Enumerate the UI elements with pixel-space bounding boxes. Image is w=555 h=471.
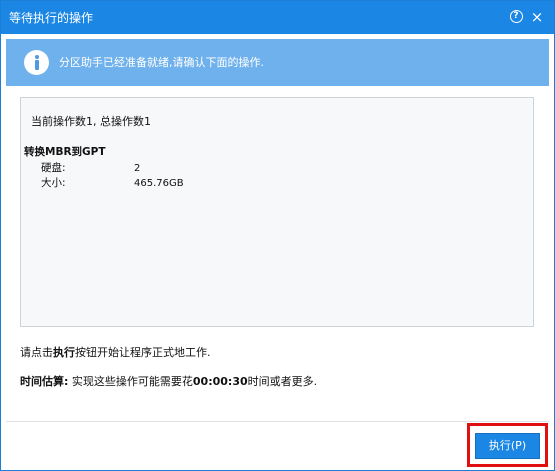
operation-size-label: 大小: xyxy=(41,177,66,189)
time-estimate: 时间估算: 实现这些操作可能需要花00:00:30时间或者更多. xyxy=(20,375,318,388)
help-button[interactable]: ? xyxy=(508,9,524,25)
estimate-label: 时间估算: xyxy=(20,375,69,388)
instruction-text: 请点击执行按钮开始让程序正式地工作. xyxy=(20,346,211,359)
info-banner: 分区助手已经准备就绪,请确认下面的操作. xyxy=(6,39,549,86)
operation-title: 转换MBR到GPT xyxy=(24,146,106,158)
close-button[interactable]: × xyxy=(529,9,545,25)
estimate-time: 00:00:30 xyxy=(192,375,248,388)
footer-divider xyxy=(6,421,549,422)
operation-size-value: 465.76GB xyxy=(134,178,184,189)
pending-operations-dialog: 等待执行的操作 ? × 分区助手已经准备就绪,请确认下面的操作. 当前操作数1,… xyxy=(0,0,555,471)
window-title: 等待执行的操作 xyxy=(9,11,94,25)
banner-message: 分区助手已经准备就绪,请确认下面的操作. xyxy=(59,56,264,69)
help-icon: ? xyxy=(509,10,523,23)
operation-disk-value: 2 xyxy=(134,163,141,174)
execute-button[interactable]: 执行(P) xyxy=(475,433,540,459)
info-icon xyxy=(24,50,49,75)
operations-list: 当前操作数1, 总操作数1 转换MBR到GPT 硬盘: 2 大小: 465.76… xyxy=(20,97,534,327)
operation-count: 当前操作数1, 总操作数1 xyxy=(31,115,151,128)
operation-disk-label: 硬盘: xyxy=(41,162,66,174)
instruction-bold: 执行 xyxy=(53,346,75,359)
title-bar[interactable]: 等待执行的操作 ? × xyxy=(1,1,554,34)
